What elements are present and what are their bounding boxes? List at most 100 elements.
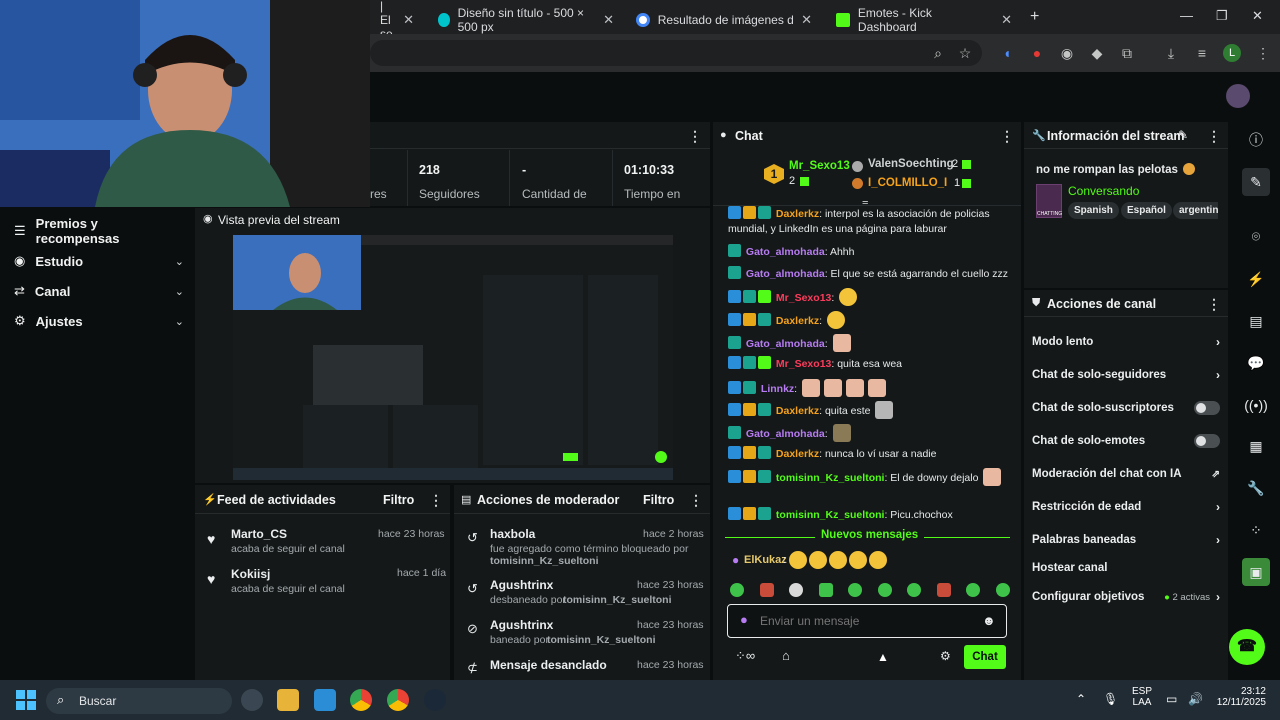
- chevron-up-icon[interactable]: ⌃: [1076, 692, 1086, 706]
- more-icon[interactable]: ⋮: [688, 128, 702, 145]
- maximize-icon[interactable]: ❐: [1216, 8, 1228, 24]
- emote-icon[interactable]: [995, 583, 1010, 597]
- action-modo-lento[interactable]: Modo lento ›: [1032, 331, 1220, 353]
- apps-icon[interactable]: ⁘: [1242, 516, 1270, 544]
- avatar[interactable]: [1226, 84, 1250, 108]
- close-icon[interactable]: ✕: [603, 12, 614, 28]
- zoom-icon[interactable]: ⌕: [929, 44, 947, 62]
- close-icon[interactable]: ✕: [403, 12, 414, 28]
- volume-icon[interactable]: 🔊: [1188, 692, 1203, 706]
- pencil-icon[interactable]: ✎: [1242, 168, 1270, 196]
- emote-icon[interactable]: [907, 583, 922, 597]
- emote-icon[interactable]: [936, 583, 951, 597]
- chat-username[interactable]: Daxlerkz: [776, 405, 819, 417]
- chat-username[interactable]: Mr_Sexo13: [776, 358, 831, 370]
- network-icon[interactable]: ▭: [1166, 692, 1177, 706]
- taskbar-search[interactable]: [46, 688, 232, 714]
- download-icon[interactable]: ⤓: [1162, 44, 1180, 62]
- emote-icon[interactable]: [818, 583, 833, 597]
- url-field[interactable]: [370, 40, 982, 66]
- folder-icon[interactable]: [277, 689, 299, 711]
- app-icon[interactable]: ▣: [1242, 558, 1270, 586]
- sidebar-item-estudio[interactable]: ◉ Estudio ⌄: [14, 248, 184, 274]
- more-icon[interactable]: ⋮: [1000, 128, 1014, 145]
- close-window-icon[interactable]: ✕: [1252, 8, 1263, 24]
- mic-icon[interactable]: 🎙: [1103, 692, 1118, 706]
- category-thumbnail[interactable]: CHATTING: [1036, 184, 1062, 218]
- mic-icon[interactable]: ●: [740, 612, 748, 627]
- new-messages-label[interactable]: Nuevos mensajes: [815, 529, 925, 541]
- more-icon[interactable]: ⋮: [1207, 296, 1221, 313]
- bolt-icon[interactable]: ⚡: [1242, 265, 1270, 293]
- action-hostear-canal[interactable]: Hostear canal: [1032, 557, 1220, 579]
- extension-icon[interactable]: ◉: [1058, 44, 1076, 62]
- extension-icon[interactable]: ◆: [1088, 44, 1106, 62]
- mod-item-name[interactable]: haxbola: [490, 527, 535, 541]
- steam-icon[interactable]: [424, 689, 446, 711]
- feed-filter-button[interactable]: Filtro: [383, 493, 414, 507]
- tag[interactable]: Español: [1121, 202, 1172, 219]
- mod-item-by[interactable]: tomisinn_Kz_sueltoni: [547, 634, 656, 646]
- chat-username[interactable]: Daxlerkz: [776, 208, 819, 220]
- chat-username[interactable]: Linnkz: [761, 383, 794, 395]
- menu-icon[interactable]: ⋮: [1254, 44, 1272, 62]
- more-icon[interactable]: ⋮: [689, 492, 703, 509]
- tab-1[interactable]: | El se ✕: [370, 0, 424, 41]
- sidebar-item-premios[interactable]: ☰ Premios y recompensas: [14, 216, 184, 246]
- send-chat-button[interactable]: Chat: [964, 645, 1006, 669]
- more-icon[interactable]: ⋮: [1207, 128, 1221, 145]
- more-icon[interactable]: ⋮: [429, 492, 443, 509]
- wrench-icon[interactable]: 🔧: [1242, 474, 1270, 502]
- chat-username[interactable]: ElKukaz: [744, 554, 787, 566]
- star-icon[interactable]: ☆: [956, 44, 974, 62]
- chat-username[interactable]: Gato_almohada: [746, 428, 825, 440]
- chrome-icon[interactable]: [350, 689, 372, 711]
- settings-icon[interactable]: ⁘∞: [735, 648, 755, 664]
- feed-item-name[interactable]: Marto_CS: [231, 527, 287, 541]
- emote-icon[interactable]: [848, 583, 863, 597]
- camera-icon[interactable]: ⌾: [1242, 222, 1270, 250]
- chat-username[interactable]: tomisinn_Kz_sueltoni: [776, 472, 885, 484]
- tab-4[interactable]: Emotes - Kick Dashboard ✕: [826, 5, 1022, 34]
- document-icon[interactable]: ▤: [1242, 307, 1270, 335]
- action-configurar-objetivos[interactable]: Configurar objetivos ● 2 activas ›: [1032, 586, 1220, 608]
- mod-item-by[interactable]: tomisinn_Kz_sueltoni: [490, 555, 599, 567]
- emote-icon[interactable]: [759, 583, 774, 597]
- minimize-icon[interactable]: —: [1180, 8, 1193, 23]
- profile-avatar[interactable]: L: [1223, 44, 1241, 62]
- chat-username[interactable]: Gato_almohada: [746, 338, 825, 350]
- extension-icon[interactable]: ◖: [998, 44, 1016, 62]
- clock[interactable]: 23:12 12/11/2025: [1212, 686, 1266, 708]
- chat-username[interactable]: Gato_almohada: [746, 268, 825, 280]
- dashboard-icon[interactable]: ▦: [1242, 432, 1270, 460]
- chat-username[interactable]: Gato_almohada: [746, 246, 825, 258]
- media-icon[interactable]: ≡: [1193, 44, 1211, 62]
- close-icon[interactable]: ✕: [801, 12, 812, 28]
- sidebar-item-ajustes[interactable]: ⚙ Ajustes ⌄: [14, 308, 184, 334]
- close-icon[interactable]: ✕: [1001, 12, 1012, 28]
- tab-2[interactable]: Diseño sin título - 500 × 500 px ✕: [428, 5, 624, 34]
- feed-item-name[interactable]: Kokiisj: [231, 567, 270, 581]
- sidebar-item-canal[interactable]: ⇄ Canal ⌄: [14, 278, 184, 304]
- chat-username[interactable]: Daxlerkz: [776, 448, 819, 460]
- action-restriccion-edad[interactable]: Restricción de edad ›: [1032, 496, 1220, 518]
- chat-username[interactable]: tomisinn_Kz_sueltoni: [776, 509, 885, 521]
- app-icon[interactable]: [314, 689, 336, 711]
- mod-item-by[interactable]: tomisinn_Kz_sueltoni: [563, 594, 672, 606]
- action-solo-seguidores[interactable]: Chat de solo-seguidores ›: [1032, 364, 1220, 386]
- puzzle-icon[interactable]: ⧉: [1118, 44, 1136, 62]
- info-icon[interactable]: ⓘ: [1242, 126, 1270, 154]
- edit-icon[interactable]: ✎: [1178, 128, 1188, 142]
- language-indicator[interactable]: ESP LAA: [1132, 686, 1152, 708]
- chrome-icon[interactable]: [387, 689, 409, 711]
- extension-icon[interactable]: ●: [1028, 44, 1046, 62]
- tag[interactable]: Spanish: [1068, 202, 1119, 219]
- chat-icon[interactable]: 💬: [1242, 349, 1270, 377]
- tag[interactable]: argentina: [1173, 202, 1218, 219]
- mod-item-name[interactable]: Mensaje desanclado: [490, 658, 607, 672]
- action-moderacion-ia[interactable]: Moderación del chat con IA ⇗: [1032, 463, 1220, 485]
- chat-input[interactable]: [760, 610, 970, 632]
- gifter-name[interactable]: Mr_Sexo13: [789, 160, 850, 172]
- gifter-name[interactable]: I_COLMILLO_I: [868, 177, 947, 189]
- chat-username[interactable]: Mr_Sexo13: [776, 292, 831, 304]
